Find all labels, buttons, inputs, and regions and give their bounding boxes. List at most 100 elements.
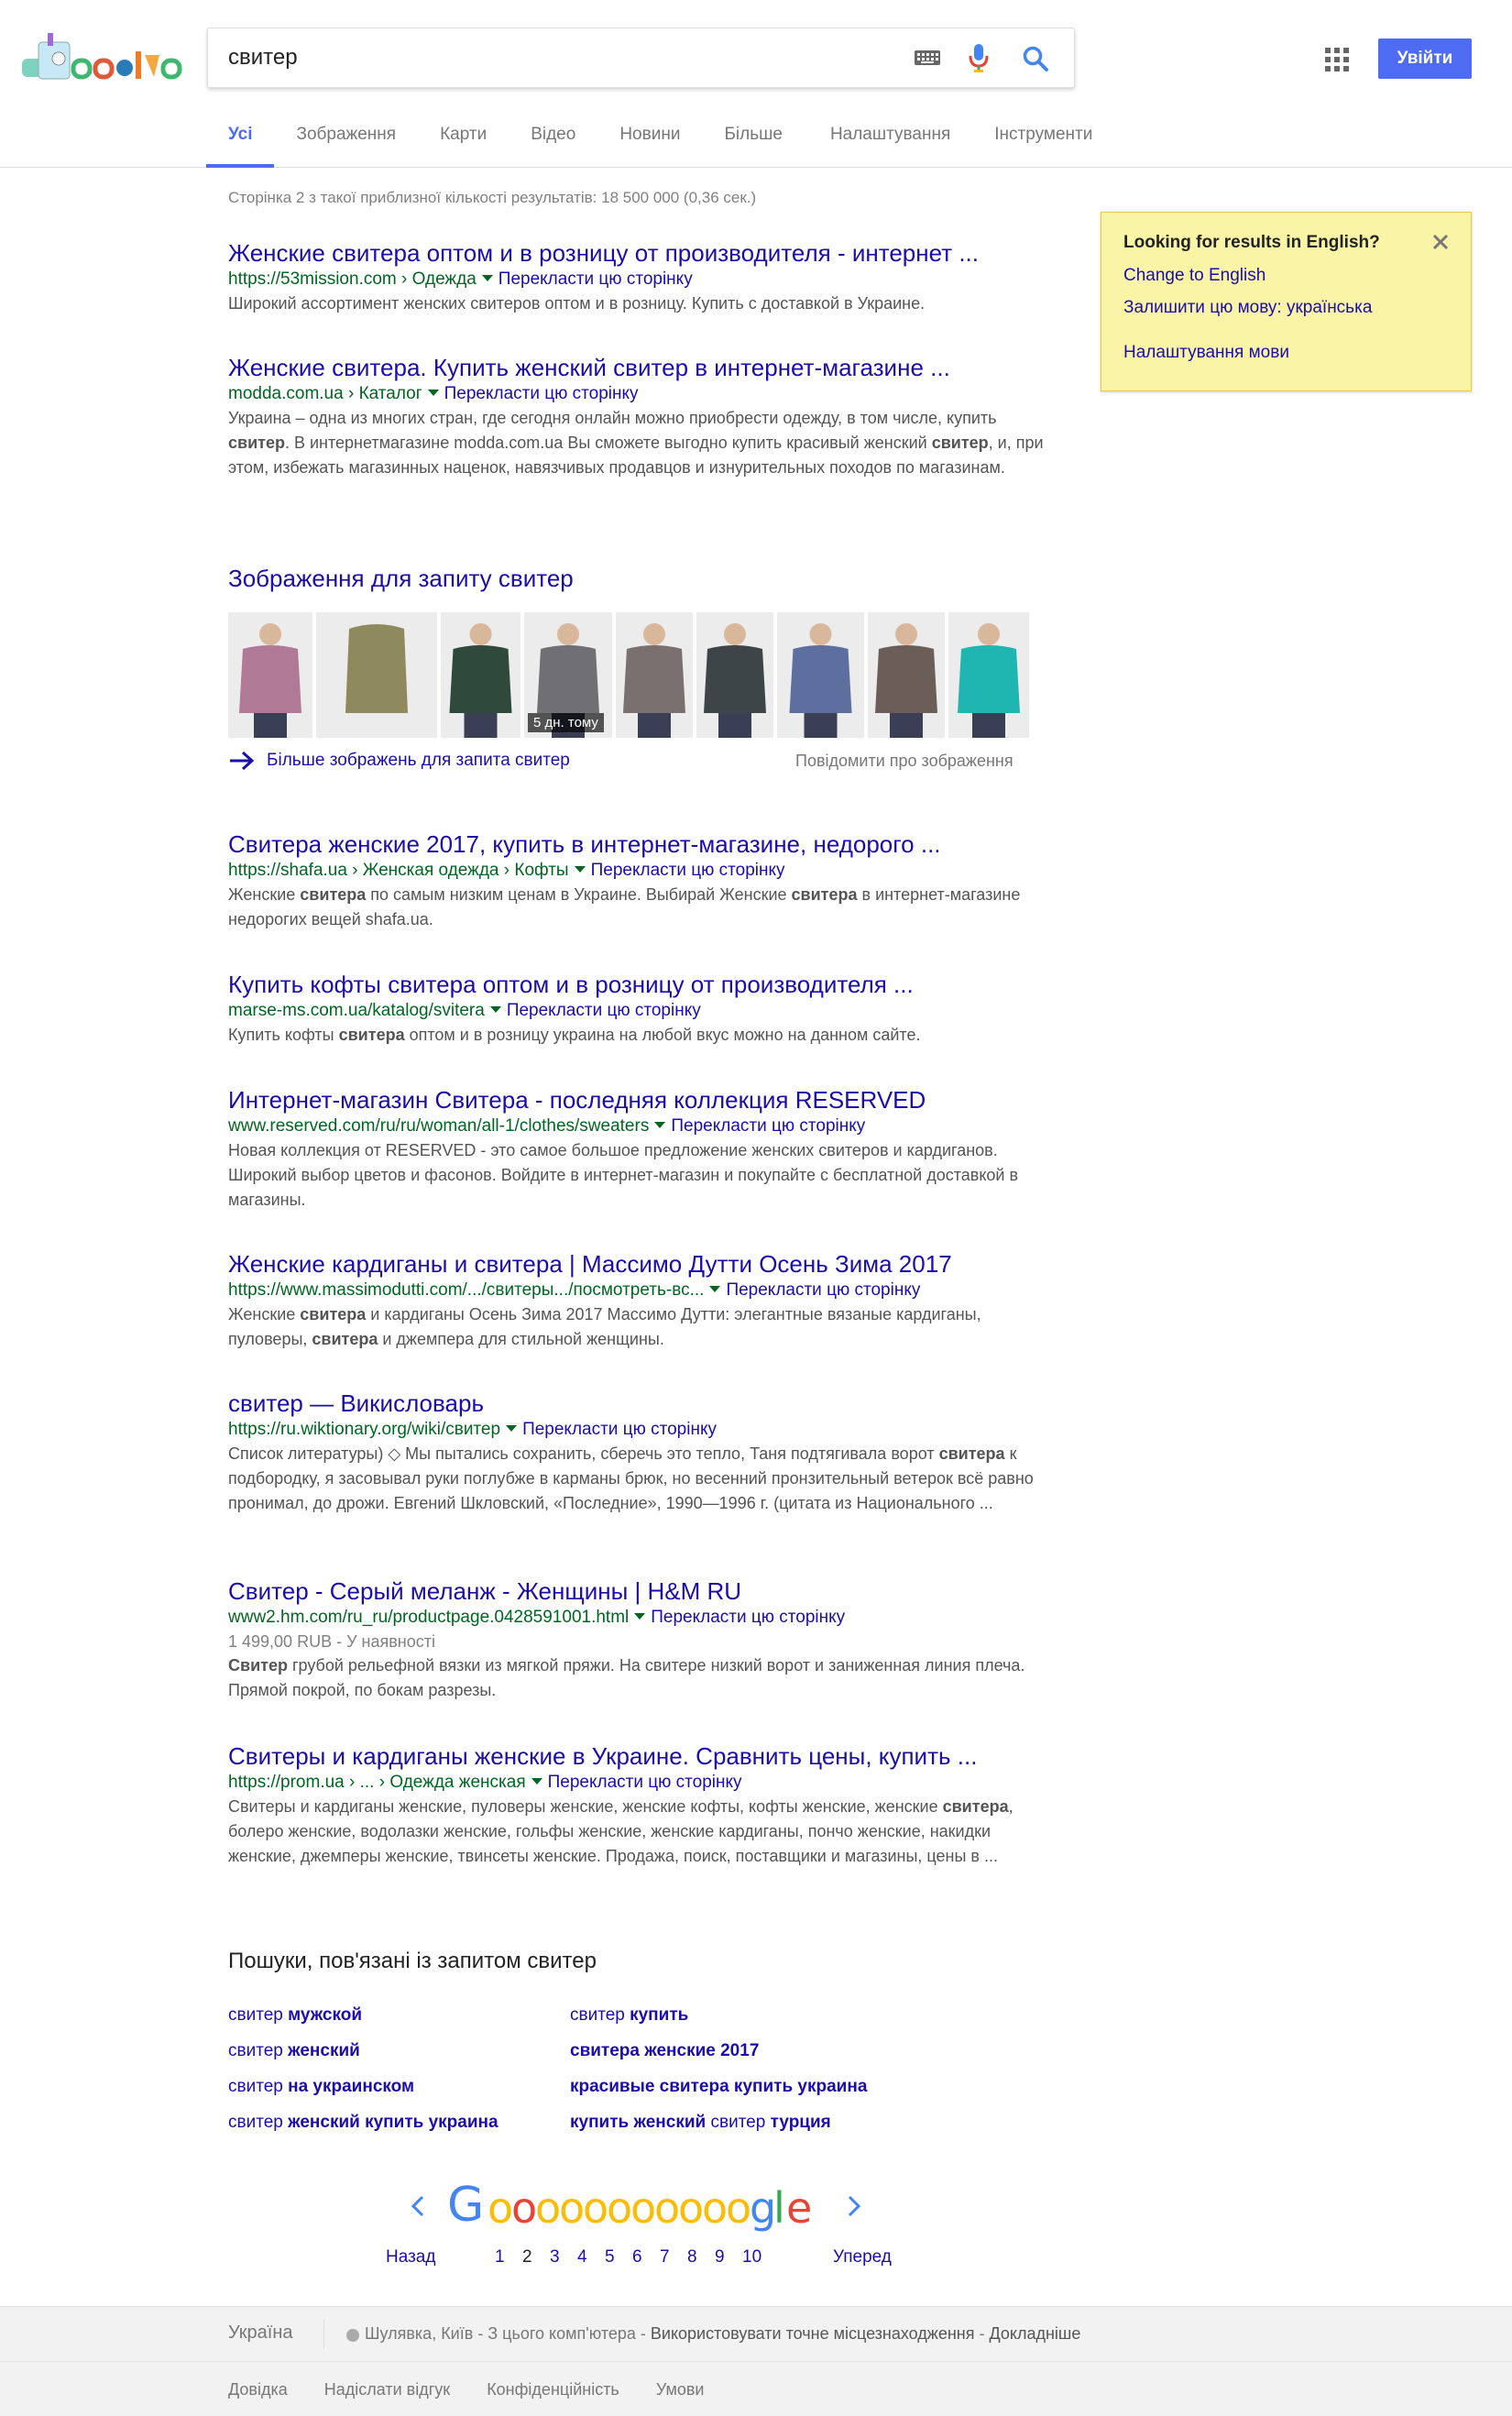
related-bold: купить	[630, 2005, 689, 2025]
result-url-text: https://prom.ua › ... › Одежда женская	[228, 1773, 526, 1792]
related-search-link[interactable]: красивые свитера купить украина	[570, 2077, 867, 2097]
language-settings-link[interactable]: Налаштування мови	[1123, 343, 1289, 363]
tab-settings[interactable]: Налаштування	[808, 125, 972, 168]
image-thumbnail[interactable]	[316, 612, 437, 738]
image-thumbnail[interactable]	[868, 612, 945, 738]
related-search-link[interactable]: свитер купить	[570, 2005, 688, 2026]
page-number-link[interactable]: 6	[632, 2247, 642, 2268]
dropdown-arrow-icon[interactable]	[634, 1613, 646, 1620]
result-title-link[interactable]: Купить кофты свитера оптом и в розницу о…	[228, 970, 1053, 999]
search-input[interactable]: свитер	[228, 45, 298, 71]
page-number-link[interactable]: 8	[687, 2247, 697, 2268]
translate-page-link[interactable]: Перекласти цю сторінку	[444, 384, 639, 403]
use-precise-location-link[interactable]: Використовувати точне місцезнаходження	[651, 2324, 975, 2343]
logo-letter: G	[447, 2178, 485, 2233]
translate-page-link[interactable]: Перекласти цю сторінку	[591, 861, 785, 880]
translate-page-link[interactable]: Перекласти цю сторінку	[726, 1280, 920, 1300]
keyboard-icon[interactable]	[914, 49, 941, 71]
sign-in-button[interactable]: Увійти	[1378, 38, 1472, 79]
related-search-link[interactable]: свитер женский	[228, 2041, 360, 2061]
result-title-link[interactable]: свитер — Викисловарь	[228, 1389, 1053, 1418]
tab-maps[interactable]: Карти	[418, 125, 509, 168]
search-result: Купить кофты свитера оптом и в розницу о…	[228, 970, 1053, 1048]
change-to-english-link[interactable]: Change to English	[1123, 266, 1265, 286]
image-thumbnail[interactable]	[616, 612, 693, 738]
image-thumbnail[interactable]	[777, 612, 864, 738]
related-plain: свитер	[570, 2005, 630, 2025]
dropdown-arrow-icon[interactable]	[654, 1122, 666, 1129]
translate-page-link[interactable]: Перекласти цю сторінку	[522, 1420, 717, 1439]
search-box[interactable]: свитер	[207, 27, 1075, 88]
image-thumbnail[interactable]	[948, 612, 1029, 738]
learn-more-link[interactable]: Докладніше	[989, 2324, 1080, 2343]
translate-page-link[interactable]: Перекласти цю сторінку	[499, 269, 693, 289]
page-number-link[interactable]: 1	[495, 2247, 505, 2268]
related-bold: женский купить украина	[288, 2113, 499, 2132]
logo-letter: o	[607, 2183, 633, 2233]
tab-videos[interactable]: Відео	[509, 125, 597, 168]
image-thumbnail[interactable]	[696, 612, 773, 738]
related-search-link[interactable]: свитера женские 2017	[570, 2041, 759, 2061]
dropdown-arrow-icon[interactable]	[506, 1425, 518, 1433]
translate-page-link[interactable]: Перекласти цю сторінку	[507, 1001, 701, 1020]
footer-link-help[interactable]: Довідка	[228, 2380, 288, 2400]
page-number-link[interactable]: 9	[715, 2247, 725, 2268]
page-number-link[interactable]: 10	[742, 2247, 761, 2268]
page-number-link[interactable]: 4	[577, 2247, 587, 2268]
dropdown-arrow-icon[interactable]	[531, 1778, 542, 1785]
previous-page-link[interactable]: Назад	[386, 2247, 435, 2268]
related-search-link[interactable]: купить женский свитер турция	[570, 2113, 831, 2133]
result-title-link[interactable]: Женские кардиганы и свитера | Массимо Ду…	[228, 1249, 1053, 1279]
translate-page-link[interactable]: Перекласти цю сторінку	[671, 1116, 865, 1136]
footer-link-terms[interactable]: Умови	[656, 2380, 705, 2400]
translate-page-link[interactable]: Перекласти цю сторінку	[651, 1608, 845, 1627]
related-search-link[interactable]: свитер на украинском	[228, 2077, 414, 2097]
google-doodle-logo[interactable]	[16, 24, 183, 88]
dropdown-arrow-icon[interactable]	[574, 866, 586, 873]
result-title-link[interactable]: Свитеры и кардиганы женские в Украине. С…	[228, 1741, 1053, 1771]
dropdown-arrow-icon[interactable]	[481, 275, 493, 282]
related-search-link[interactable]: свитер женский купить украина	[228, 2113, 499, 2133]
result-title-link[interactable]: Интернет-магазин Свитера - последняя кол…	[228, 1085, 1053, 1115]
footer-link-privacy[interactable]: Конфіденційність	[487, 2380, 619, 2400]
chevron-right-icon[interactable]	[847, 2194, 861, 2223]
tab-images[interactable]: Зображення	[274, 125, 418, 168]
images-heading[interactable]: Зображення для запиту свитер	[228, 565, 574, 593]
page-number-link[interactable]: 5	[605, 2247, 615, 2268]
footer-link-feedback[interactable]: Надіслати відгук	[324, 2380, 450, 2400]
tab-more[interactable]: Більше	[702, 125, 805, 168]
dropdown-arrow-icon[interactable]	[709, 1286, 721, 1293]
next-page-link[interactable]: Уперед	[833, 2247, 892, 2268]
page-number-link[interactable]: 3	[550, 2247, 560, 2268]
tab-all[interactable]: Усі	[206, 125, 275, 168]
header: свитер Увійти Усі Зображення Карти Відео…	[0, 0, 1512, 168]
result-url-text: marse-ms.com.ua/katalog/svitera	[228, 1001, 485, 1020]
page-number-link[interactable]: 7	[660, 2247, 670, 2268]
tab-tools[interactable]: Інструменти	[972, 125, 1114, 168]
result-url: modda.com.ua › Каталог Перекласти цю стор…	[228, 382, 1053, 406]
close-icon[interactable]	[1431, 233, 1450, 256]
more-images-link[interactable]: Більше зображень для запита свитер	[228, 750, 570, 772]
keep-language-link[interactable]: Залишити цю мову: українська	[1123, 298, 1372, 318]
related-search-link[interactable]: свитер мужской	[228, 2005, 362, 2026]
tab-news[interactable]: Новини	[597, 125, 702, 168]
result-title-link[interactable]: Женские свитера оптом и в розницу от про…	[228, 238, 1053, 268]
apps-grid-icon[interactable]	[1325, 48, 1349, 76]
image-thumbnail[interactable]	[228, 612, 312, 738]
result-url: marse-ms.com.ua/katalog/svitera Перекласт…	[228, 999, 1053, 1023]
image-thumbnail[interactable]	[441, 612, 520, 738]
divider	[323, 2320, 324, 2349]
chevron-left-icon[interactable]	[411, 2194, 425, 2223]
microphone-icon[interactable]	[968, 43, 990, 79]
result-title-link[interactable]: Свитер - Серый меланж - Женщины | H&M RU	[228, 1576, 1053, 1606]
report-images-link[interactable]: Повідомити про зображення	[795, 752, 1013, 771]
result-url: www.reserved.com/ru/ru/woman/all-1/cloth…	[228, 1115, 1053, 1138]
dropdown-arrow-icon[interactable]	[489, 1006, 501, 1014]
result-title-link[interactable]: Свитера женские 2017, купить в интернет-…	[228, 829, 1053, 859]
search-icon[interactable]	[1022, 45, 1049, 77]
more-images-label: Більше зображень для запита свитер	[267, 751, 570, 770]
translate-page-link[interactable]: Перекласти цю сторінку	[548, 1773, 742, 1792]
image-thumbnail[interactable]: 5 дн. тому	[524, 612, 612, 738]
result-title-link[interactable]: Женские свитера. Купить женский свитер в…	[228, 353, 1053, 382]
dropdown-arrow-icon[interactable]	[427, 390, 439, 397]
